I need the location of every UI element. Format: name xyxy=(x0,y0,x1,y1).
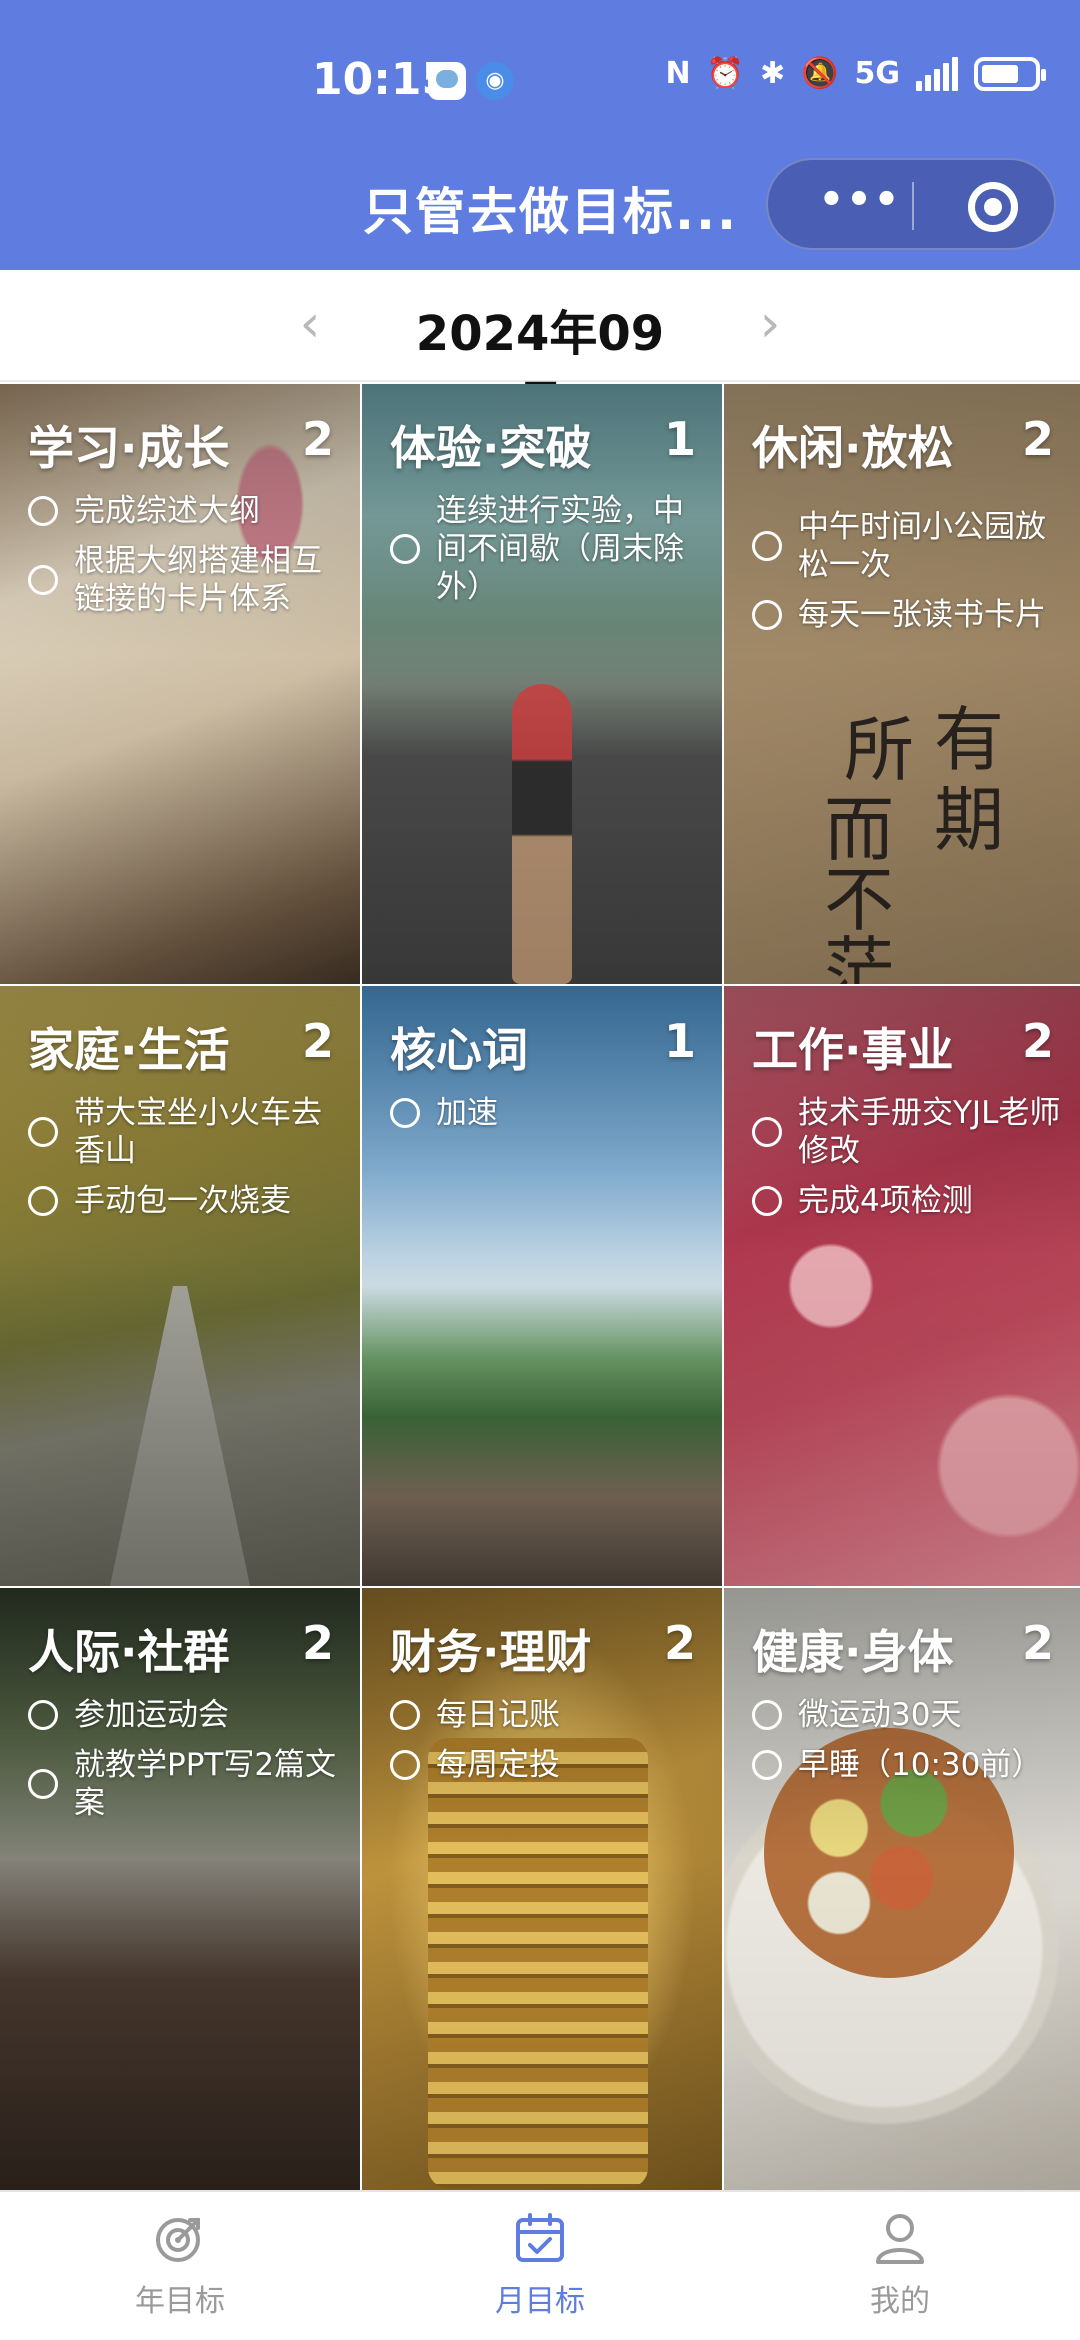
target-icon xyxy=(156,2218,200,2262)
tab-month-goals[interactable]: 月目标 xyxy=(420,2210,660,2320)
notification-app-icon xyxy=(428,62,466,100)
goal-checkbox[interactable] xyxy=(390,1098,420,1128)
goal-item[interactable]: 完成4项检测 xyxy=(752,1182,1068,1220)
category-count: 1 xyxy=(663,1014,696,1068)
goal-item[interactable]: 每天一张读书卡片 xyxy=(752,596,1068,634)
bottom-tab-bar: 年目标 月目标 我的 xyxy=(0,2190,1080,2340)
goal-item[interactable]: 微运动30天 xyxy=(752,1696,1068,1734)
signal-icon xyxy=(916,56,958,91)
goal-item[interactable]: 加速 xyxy=(390,1094,706,1132)
goal-checkbox[interactable] xyxy=(752,1117,782,1147)
goal-checkbox[interactable] xyxy=(752,1186,782,1216)
goal-checkbox[interactable] xyxy=(752,600,782,630)
goal-checkbox[interactable] xyxy=(390,534,420,564)
month-navigation: ‹ 2024年09月 › xyxy=(0,270,1080,432)
close-target-icon[interactable] xyxy=(968,182,1018,232)
category-count: 2 xyxy=(301,1616,334,1670)
category-tile-finance[interactable]: 财务·理财 2 每日记账 每周定投 xyxy=(362,1588,722,2190)
battery-icon xyxy=(974,56,1046,91)
miniprogram-capsule: ••• xyxy=(766,158,1056,250)
nfc-icon: N xyxy=(665,56,691,91)
category-title: 家庭·生活 xyxy=(28,1023,230,1077)
category-count: 2 xyxy=(1021,1616,1054,1670)
calendar-check-icon xyxy=(516,2213,564,2262)
bluetooth-icon: ✱ xyxy=(760,56,786,91)
user-icon xyxy=(876,2214,924,2264)
category-title: 财务·理财 xyxy=(390,1625,592,1679)
category-count: 2 xyxy=(301,412,334,466)
goal-checkbox[interactable] xyxy=(28,1700,58,1730)
goal-item[interactable]: 技术手册交YJL老师修改 xyxy=(752,1094,1068,1170)
goal-checkbox[interactable] xyxy=(28,1769,58,1799)
category-tile-experience[interactable]: 体验·突破 1 连续进行实验，中间不间歇（周末除外） xyxy=(362,384,722,984)
goal-checkbox[interactable] xyxy=(752,531,782,561)
goal-checkbox[interactable] xyxy=(28,496,58,526)
category-title: 健康·身体 xyxy=(752,1625,954,1679)
goal-checkbox[interactable] xyxy=(390,1700,420,1730)
category-count: 2 xyxy=(1021,412,1054,466)
goal-category-grid: 学习·成长 2 完成综述大纲 根据大纲搭建相互链接的卡片体系 体验·突破 1 连… xyxy=(0,384,1080,2190)
goal-item[interactable]: 每日记账 xyxy=(390,1696,706,1734)
goal-item[interactable]: 带大宝坐小火车去香山 xyxy=(28,1094,344,1170)
category-tile-health[interactable]: 健康·身体 2 微运动30天 早睡（10:30前） xyxy=(724,1588,1080,2190)
network-type: 5G xyxy=(854,56,901,91)
category-count: 2 xyxy=(301,1014,334,1068)
tab-label: 我的 xyxy=(870,2284,930,2319)
tab-label: 月目标 xyxy=(495,2284,585,2319)
goal-checkbox[interactable] xyxy=(28,1117,58,1147)
category-title: 体验·突破 xyxy=(390,421,592,475)
mute-icon: 🔕 xyxy=(801,56,839,91)
goal-item[interactable]: 每周定投 xyxy=(390,1746,706,1784)
category-title: 核心词 xyxy=(390,1023,528,1077)
goal-item[interactable]: 就教学PPT写2篇文案 xyxy=(28,1746,344,1822)
goal-checkbox[interactable] xyxy=(752,1700,782,1730)
category-count: 2 xyxy=(1021,1014,1054,1068)
category-tile-social[interactable]: 人际·社群 2 参加运动会 就教学PPT写2篇文案 xyxy=(0,1588,360,2190)
category-title: 学习·成长 xyxy=(28,421,230,475)
goal-checkbox[interactable] xyxy=(752,1750,782,1780)
more-button[interactable]: ••• xyxy=(810,160,910,252)
capsule-divider xyxy=(912,182,914,230)
goal-checkbox[interactable] xyxy=(28,1186,58,1216)
goal-item[interactable]: 早睡（10:30前） xyxy=(752,1746,1068,1784)
alarm-icon: ⏰ xyxy=(706,56,744,91)
goal-item[interactable]: 参加运动会 xyxy=(28,1696,344,1734)
page-title: 只管去做目标... xyxy=(363,183,738,241)
goal-item[interactable]: 完成综述大纲 xyxy=(28,492,344,530)
status-icons: N ⏰ ✱ 🔕 5G xyxy=(665,56,1046,91)
goal-item[interactable]: 连续进行实验，中间不间歇（周末除外） xyxy=(390,492,706,606)
goal-item[interactable]: 根据大纲搭建相互链接的卡片体系 xyxy=(28,542,344,618)
tab-label: 年目标 xyxy=(135,2284,225,2319)
category-tile-family[interactable]: 家庭·生活 2 带大宝坐小火车去香山 手动包一次烧麦 xyxy=(0,986,360,1586)
prev-month-button[interactable]: ‹ xyxy=(282,296,338,356)
category-tile-work[interactable]: 工作·事业 2 技术手册交YJL老师修改 完成4项检测 xyxy=(724,986,1080,1586)
category-tile-keyword[interactable]: 核心词 1 加速 xyxy=(362,986,722,1586)
goal-checkbox[interactable] xyxy=(390,1750,420,1780)
wifi-icon: ◉ xyxy=(476,62,514,100)
goal-item[interactable]: 中午时间小公园放松一次 xyxy=(752,508,1068,584)
app-header: 10:15 ◉ N ⏰ ✱ 🔕 5G 只管去做目标... ••• xyxy=(0,0,1080,270)
category-count: 1 xyxy=(663,412,696,466)
goal-checkbox[interactable] xyxy=(28,565,58,595)
next-month-button[interactable]: › xyxy=(742,296,798,356)
category-count: 2 xyxy=(663,1616,696,1670)
tab-profile[interactable]: 我的 xyxy=(780,2210,1020,2320)
category-title: 人际·社群 xyxy=(28,1625,230,1679)
category-title: 工作·事业 xyxy=(752,1023,954,1077)
category-title: 休闲·放松 xyxy=(752,421,954,475)
goal-item[interactable]: 手动包一次烧麦 xyxy=(28,1182,344,1220)
category-tile-study[interactable]: 学习·成长 2 完成综述大纲 根据大纲搭建相互链接的卡片体系 xyxy=(0,384,360,984)
tab-year-goals[interactable]: 年目标 xyxy=(60,2210,300,2320)
category-tile-leisure[interactable]: 有 所 期 而 不 茫 休闲·放松 2 中午时间小公园放松一次 每天一张读书卡片 xyxy=(724,384,1080,984)
